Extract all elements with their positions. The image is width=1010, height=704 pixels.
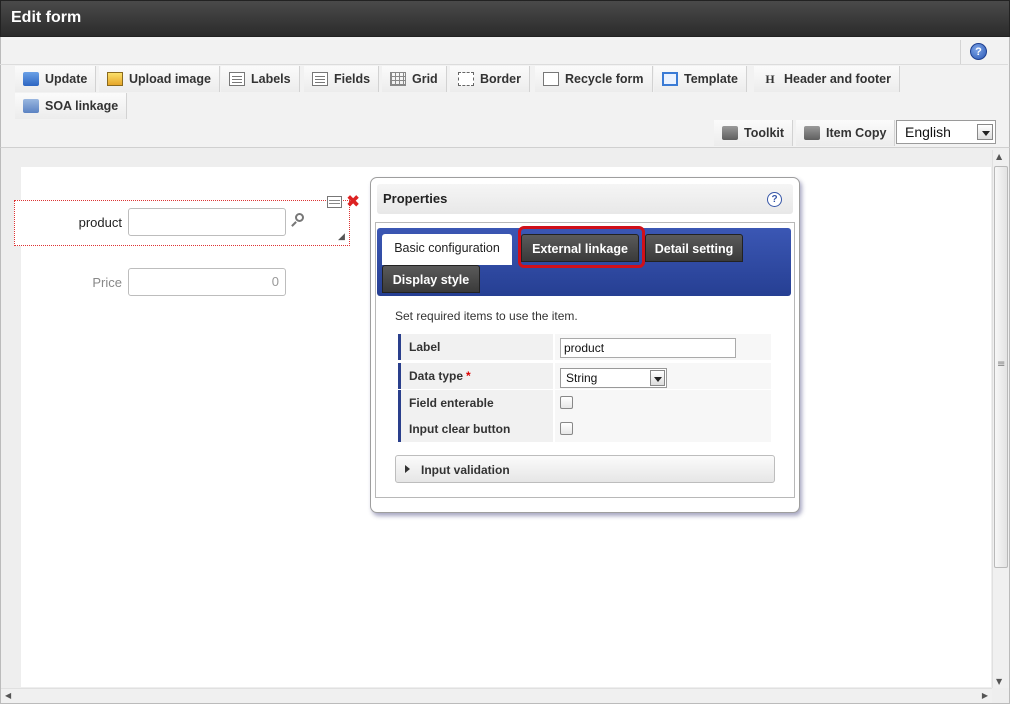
border-icon	[458, 72, 474, 86]
scroll-left-icon[interactable]: ◀	[5, 691, 11, 700]
expand-triangle-icon	[405, 465, 410, 473]
update-button[interactable]: Update	[15, 66, 97, 92]
resize-handle-icon[interactable]: ◢	[338, 232, 345, 242]
header-footer-label: Header and footer	[784, 72, 891, 86]
item-copy-label: Item Copy	[826, 126, 887, 140]
title-bar: Edit form	[0, 0, 1010, 37]
properties-dialog: Properties ? Basic configuration Externa…	[370, 177, 800, 513]
table-row: Input clear button	[398, 416, 771, 442]
upload-image-label: Upload image	[129, 72, 211, 86]
language-select[interactable]: English	[896, 120, 996, 144]
labels-icon	[229, 72, 245, 86]
update-label: Update	[45, 72, 88, 86]
header-footer-button[interactable]: H Header and footer	[754, 66, 900, 92]
delete-icon[interactable]: ✖	[346, 192, 360, 212]
item-copy-icon	[804, 126, 820, 140]
recycle-form-button[interactable]: Recycle form	[535, 66, 653, 92]
header-footer-icon: H	[765, 72, 775, 86]
toolkit-label: Toolkit	[744, 126, 785, 140]
label-row-label: Label	[409, 340, 441, 354]
template-label: Template	[684, 72, 738, 86]
data-type-select[interactable]: String	[560, 368, 667, 388]
search-icon[interactable]	[290, 213, 306, 229]
fields-label: Fields	[334, 72, 371, 86]
horizontal-scrollbar[interactable]: ◀ ▶	[1, 688, 992, 703]
divider	[0, 64, 1008, 65]
input-clear-button-label: Input clear button	[409, 422, 511, 436]
dialog-header: Properties	[377, 184, 793, 214]
chevron-down-icon[interactable]	[650, 370, 665, 386]
table-row: Label product	[398, 334, 771, 360]
update-icon	[23, 72, 39, 86]
soa-linkage-button[interactable]: SOA linkage	[15, 93, 128, 119]
soa-linkage-label: SOA linkage	[45, 99, 119, 113]
grid-label: Grid	[412, 72, 438, 86]
instruction-text: Set required items to use the item.	[395, 309, 578, 323]
item-copy-button[interactable]: Item Copy	[796, 120, 896, 146]
input-validation-label: Input validation	[421, 463, 510, 477]
grid-icon	[390, 72, 406, 86]
field-enterable-label: Field enterable	[409, 396, 494, 410]
highlight-box	[518, 226, 645, 268]
scroll-right-icon[interactable]: ▶	[982, 691, 988, 700]
dialog-title: Properties	[383, 191, 448, 206]
soa-linkage-icon	[23, 99, 39, 113]
recycle-form-label: Recycle form	[565, 72, 644, 86]
price-input[interactable]: 0	[128, 268, 286, 296]
table-row: Data type * String	[398, 363, 771, 389]
divider	[960, 40, 961, 64]
price-field-label: Price	[92, 275, 122, 290]
field-enterable-checkbox[interactable]	[560, 396, 573, 409]
input-clear-button-checkbox[interactable]	[560, 422, 573, 435]
scroll-down-icon[interactable]: ▼	[996, 677, 1002, 686]
data-type-row-label: Data type *	[409, 369, 471, 383]
help-icon[interactable]: ?	[767, 192, 782, 207]
toolkit-icon	[722, 126, 738, 140]
help-icon[interactable]: ?	[970, 43, 987, 60]
product-input[interactable]	[128, 208, 286, 236]
grid-button[interactable]: Grid	[382, 66, 447, 92]
labels-button[interactable]: Labels	[221, 66, 300, 92]
tab-detail-setting[interactable]: Detail setting	[645, 234, 743, 262]
required-mark: *	[466, 369, 471, 383]
data-type-selected: String	[566, 371, 598, 385]
labels-label: Labels	[251, 72, 291, 86]
upload-image-button[interactable]: Upload image	[99, 66, 220, 92]
table-row: Field enterable	[398, 390, 771, 416]
chevron-down-icon[interactable]	[977, 124, 993, 140]
scrollbar-thumb[interactable]	[994, 166, 1008, 568]
fields-button[interactable]: Fields	[304, 66, 380, 92]
toolkit-button[interactable]: Toolkit	[714, 120, 794, 146]
vertical-scrollbar[interactable]: ▲ ▼	[992, 150, 1009, 688]
upload-image-icon	[107, 72, 123, 86]
border-button[interactable]: Border	[450, 66, 530, 92]
input-validation-section[interactable]: Input validation	[395, 455, 775, 483]
tab-basic-configuration[interactable]: Basic configuration	[382, 234, 512, 265]
fields-icon	[312, 72, 328, 86]
product-field-label: product	[78, 215, 122, 230]
field-properties-icon[interactable]	[327, 196, 342, 208]
tab-display-style[interactable]: Display style	[382, 265, 480, 293]
language-selected: English	[905, 124, 951, 140]
recycle-form-icon	[543, 72, 559, 86]
template-button[interactable]: Template	[654, 66, 747, 92]
scroll-up-icon[interactable]: ▲	[996, 152, 1002, 161]
window-title: Edit form	[11, 9, 82, 26]
label-field[interactable]: product	[560, 338, 736, 358]
template-icon	[662, 72, 678, 86]
border-label: Border	[480, 72, 521, 86]
